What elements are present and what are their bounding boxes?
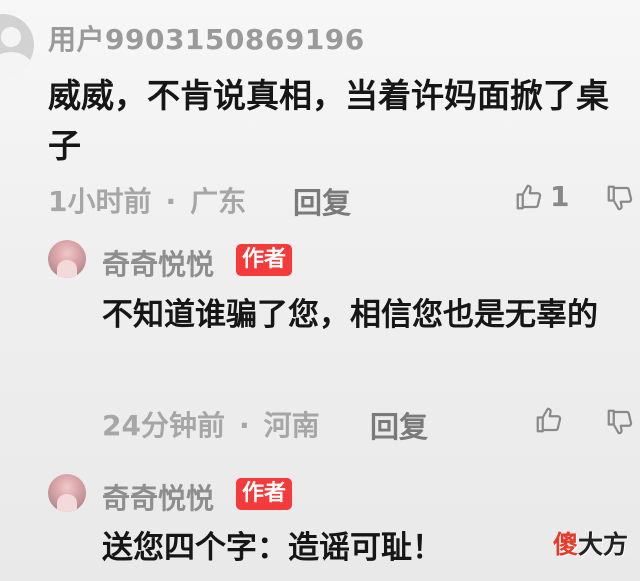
comment-meta: 1小时前 · 广东 — [48, 180, 246, 220]
reply-button[interactable]: 回复 — [293, 180, 351, 222]
reply-author-name[interactable]: 奇奇悦悦 — [102, 243, 214, 283]
watermark-part2: 大方 — [577, 530, 628, 559]
watermark-part1: 傻 — [552, 530, 578, 559]
watermark: 傻大方 — [553, 525, 628, 561]
reply-author-name[interactable]: 奇奇悦悦 — [102, 477, 214, 517]
reply-text: 送您四个字：造谣可耻！ — [102, 530, 443, 566]
avatar-body-shape — [0, 52, 33, 76]
thumbs-up-icon — [516, 184, 542, 209]
meta-separator: · — [165, 185, 177, 218]
comment-location: 广东 — [190, 185, 247, 218]
thumbs-down-icon[interactable] — [605, 183, 635, 213]
like-count: 1 — [550, 180, 570, 213]
meta-separator: · — [238, 409, 250, 442]
user-avatar[interactable] — [0, 14, 34, 76]
comment-time: 1小时前 — [48, 185, 152, 218]
avatar-head-shape — [1, 27, 21, 47]
reply-text: 不知道谁骗了您，相信您也是无辜的 — [102, 297, 598, 333]
author-avatar[interactable] — [48, 474, 86, 512]
author-avatar[interactable] — [48, 240, 86, 278]
author-badge: 作者 — [236, 478, 293, 510]
reply-meta: 24分钟前 · 河南 — [102, 404, 320, 444]
comment-text: 威威，不肯说真相，当着许妈面掀了桌子 — [48, 76, 609, 165]
comment-username[interactable]: 用户9903150869196 — [48, 18, 365, 58]
author-badge: 作者 — [236, 244, 293, 276]
like-button[interactable]: 1 — [514, 180, 569, 213]
thumbs-up-icon[interactable] — [534, 405, 564, 435]
reply-location: 河南 — [263, 409, 320, 442]
thumbs-down-icon[interactable] — [605, 407, 635, 437]
reply-button[interactable]: 回复 — [370, 404, 428, 446]
reply-time: 24分钟前 — [102, 409, 225, 442]
